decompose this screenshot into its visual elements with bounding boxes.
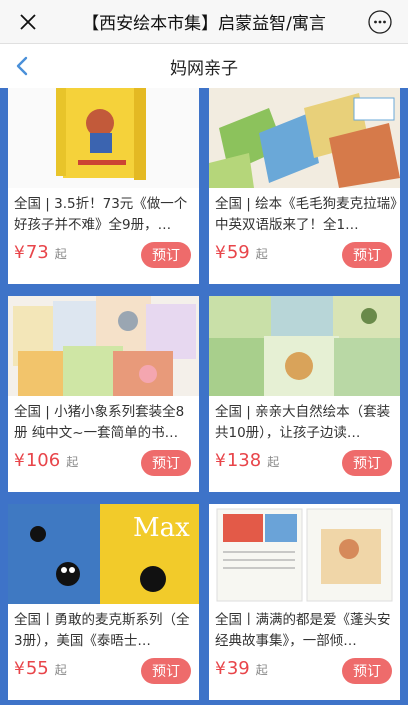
price-unit: 起 [255, 663, 268, 677]
book-button[interactable]: 预订 [342, 658, 392, 684]
product-card[interactable]: 全国丨满满的都是爱《蓬头安经典故事集》，一部倾… ¥ 39 起 预订 [209, 504, 400, 700]
currency-symbol: ¥ [14, 243, 25, 263]
product-price: ¥ 59 起 [215, 242, 268, 263]
product-image-yellow-boxset [8, 88, 199, 188]
price-unit: 起 [66, 455, 79, 469]
page-header: 妈网亲子 [0, 44, 408, 88]
product-image-max-books: Max [8, 504, 199, 604]
product-description: 全国丨勇敢的麦克斯系列（全3册），美国《泰晤士… [14, 612, 190, 649]
product-description: 全国 | 亲亲大自然绘本（套装共10册），让孩子边读… [215, 404, 391, 441]
wechat-top-bar: 【西安绘本市集】启蒙益智/寓言 [0, 0, 408, 44]
product-card[interactable]: 全国 | 绘本《毛毛狗麦克拉瑞》中英双语版来了！全1… ¥ 59 起 预订 [209, 88, 400, 284]
product-price: ¥ 138 起 [215, 450, 279, 471]
product-image-elephant-piggie [8, 296, 199, 396]
product-card[interactable]: 全国 | 小猪小象系列套装全8册 纯中文~一套简单的书… ¥ 106 起 预订 [8, 296, 199, 492]
product-price: ¥ 73 起 [14, 242, 67, 263]
product-image-story-pages [209, 504, 400, 604]
book-button[interactable]: 预订 [342, 242, 392, 268]
back-arrow-icon[interactable] [8, 52, 36, 80]
product-price: ¥ 39 起 [215, 658, 268, 679]
book-button[interactable]: 预订 [141, 658, 191, 684]
product-description: 全国丨满满的都是爱《蓬头安经典故事集》，一部倾… [215, 612, 391, 649]
product-grid-area: 全国 | 3.5折！73元《做一个好孩子并不难》全9册，… ¥ 73 起 预订 [0, 88, 408, 705]
product-grid: 全国 | 3.5折！73元《做一个好孩子并不难》全9册，… ¥ 73 起 预订 [8, 88, 400, 700]
page-title: 妈网亲子 [170, 58, 238, 79]
currency-symbol: ¥ [14, 659, 25, 679]
product-description: 全国 | 小猪小象系列套装全8册 纯中文~一套简单的书… [14, 404, 185, 441]
price-value: 55 [25, 658, 49, 679]
price-unit: 起 [54, 663, 67, 677]
product-image-dog-books [209, 88, 400, 188]
price-unit: 起 [267, 455, 280, 469]
price-value: 39 [226, 658, 250, 679]
product-card[interactable]: 全国 | 3.5折！73元《做一个好孩子并不难》全9册，… ¥ 73 起 预订 [8, 88, 199, 284]
currency-symbol: ¥ [14, 451, 25, 471]
product-card[interactable]: 全国 | 亲亲大自然绘本（套装共10册），让孩子边读… ¥ 138 起 预订 [209, 296, 400, 492]
window-title: 【西安绘本市集】启蒙益智/寓言 [82, 14, 326, 34]
product-card[interactable]: Max 全国丨勇敢的麦克斯系列（全3册），美国《泰晤士… ¥ 55 起 预订 [8, 504, 199, 700]
price-value: 59 [226, 242, 250, 263]
product-description: 全国 | 3.5折！73元《做一个好孩子并不难》全9册，… [14, 196, 188, 233]
price-unit: 起 [54, 247, 67, 261]
currency-symbol: ¥ [215, 451, 226, 471]
book-button[interactable]: 预订 [141, 242, 191, 268]
price-value: 106 [25, 450, 61, 471]
currency-symbol: ¥ [215, 659, 226, 679]
svg-text:Max: Max [133, 513, 190, 543]
more-icon[interactable] [352, 0, 408, 44]
price-value: 138 [226, 450, 262, 471]
book-button[interactable]: 预订 [342, 450, 392, 476]
currency-symbol: ¥ [215, 243, 226, 263]
product-description: 全国 | 绘本《毛毛狗麦克拉瑞》中英双语版来了！全1… [215, 196, 397, 233]
product-image-nature-books [209, 296, 400, 396]
price-unit: 起 [255, 247, 268, 261]
product-price: ¥ 106 起 [14, 450, 78, 471]
product-price: ¥ 55 起 [14, 658, 67, 679]
close-icon[interactable] [0, 0, 56, 44]
price-value: 73 [25, 242, 49, 263]
book-button[interactable]: 预订 [141, 450, 191, 476]
